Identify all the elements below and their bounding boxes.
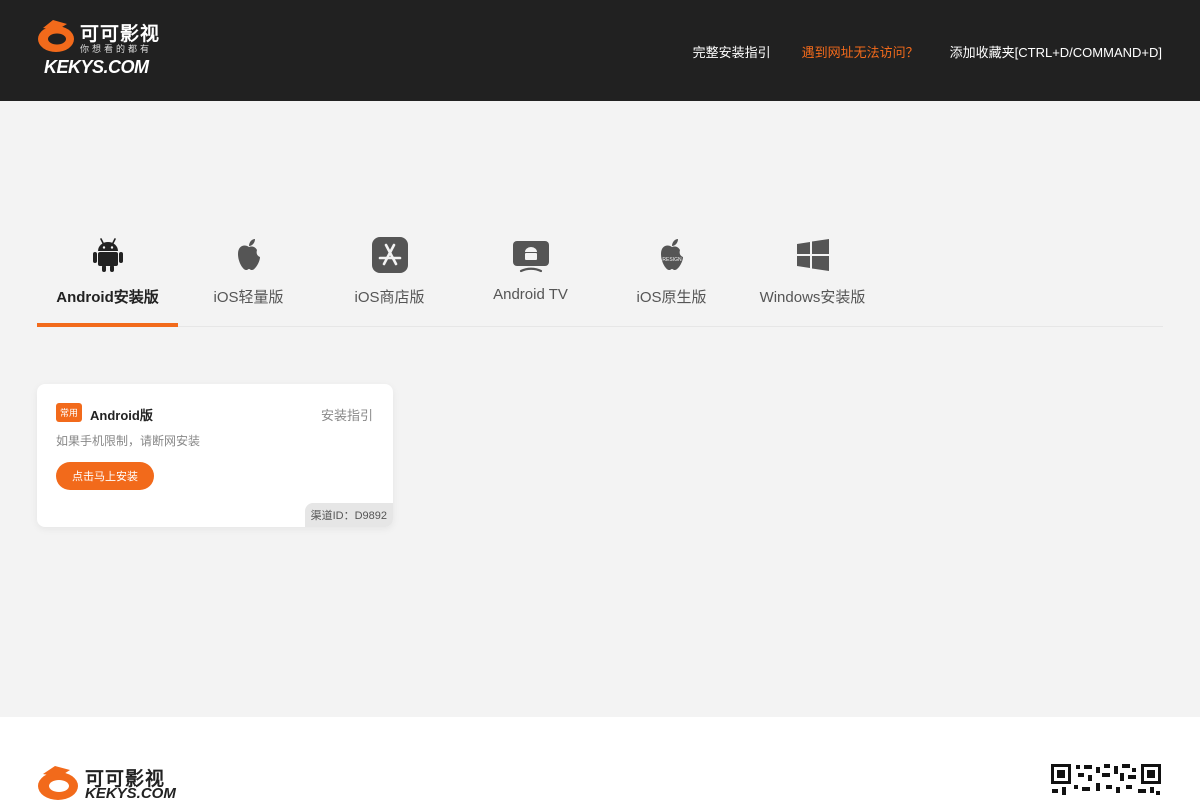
site-logo[interactable]: 可可影视 你想看的都有 KEKYS.COM [37, 18, 167, 80]
app-store-icon [372, 237, 408, 273]
apple-icon [238, 239, 260, 270]
nav-add-bookmark[interactable]: 添加收藏夹[CTRL+D/COMMAND+D] [950, 42, 1162, 61]
qr-code-icon [1050, 763, 1162, 800]
footer-logo[interactable]: 可可影视 KEKYS.COM [37, 764, 187, 800]
nav-install-guide[interactable]: 完整安装指引 [693, 42, 771, 61]
card-description: 如果手机限制，请断网安装 [56, 434, 201, 448]
tab-windows-label: Windows安装版 [759, 289, 866, 306]
logo-slogan: 你想看的都有 [80, 44, 153, 54]
channel-id: 渠道ID：D9892 [304, 503, 393, 527]
platform-tabs: Android安装版 iOS轻量版 iOS商店版 Android TV RESI… [37, 230, 1163, 327]
tab-android-tv-label: Android TV [493, 286, 568, 303]
logo-domain: KEKYS.COM [44, 57, 149, 77]
tab-ios-store-label: iOS商店版 [354, 289, 425, 306]
resign-icon-text: RESIGN [662, 257, 682, 263]
install-now-button[interactable]: 点击马上安装 [56, 462, 154, 490]
logo-mark-icon [38, 20, 74, 52]
tab-android-tv[interactable]: Android TV [460, 230, 601, 326]
nav-cannot-access[interactable]: 遇到网址无法访问？ [802, 42, 919, 61]
site-header: 可可影视 你想看的都有 KEKYS.COM 完整安装指引 遇到网址无法访问？ 添… [0, 0, 1200, 101]
common-badge: 常用 [56, 403, 83, 422]
tab-ios-lite-label: iOS轻量版 [213, 289, 284, 306]
tab-ios-lite[interactable]: iOS轻量版 [178, 230, 319, 326]
tab-android[interactable]: Android安装版 [37, 230, 178, 327]
apple-resign-icon: RESIGN [661, 239, 683, 270]
footer-logo-domain: KEKYS.COM [85, 785, 176, 800]
tab-windows[interactable]: Windows安装版 [742, 230, 883, 326]
windows-icon [797, 239, 829, 271]
android-icon [93, 238, 123, 272]
card-title: Android版 [90, 408, 153, 423]
android-download-card: 常用 Android版 安装指引 如果手机限制，请断网安装 点击马上安装 渠道I… [37, 384, 393, 527]
header-nav: 完整安装指引 遇到网址无法访问？ 添加收藏夹[CTRL+D/COMMAND+D] [693, 42, 1162, 61]
tab-android-label: Android安装版 [56, 289, 159, 306]
footer-logo-mark-icon [38, 766, 78, 800]
tab-ios-native-label: iOS原生版 [636, 289, 707, 306]
install-guide-link[interactable]: 安装指引 [321, 405, 373, 424]
tab-ios-native[interactable]: RESIGN iOS原生版 [601, 230, 742, 326]
tab-ios-store[interactable]: iOS商店版 [319, 230, 460, 326]
site-footer: 可可影视 KEKYS.COM [0, 717, 1200, 800]
android-tv-icon [513, 241, 549, 273]
